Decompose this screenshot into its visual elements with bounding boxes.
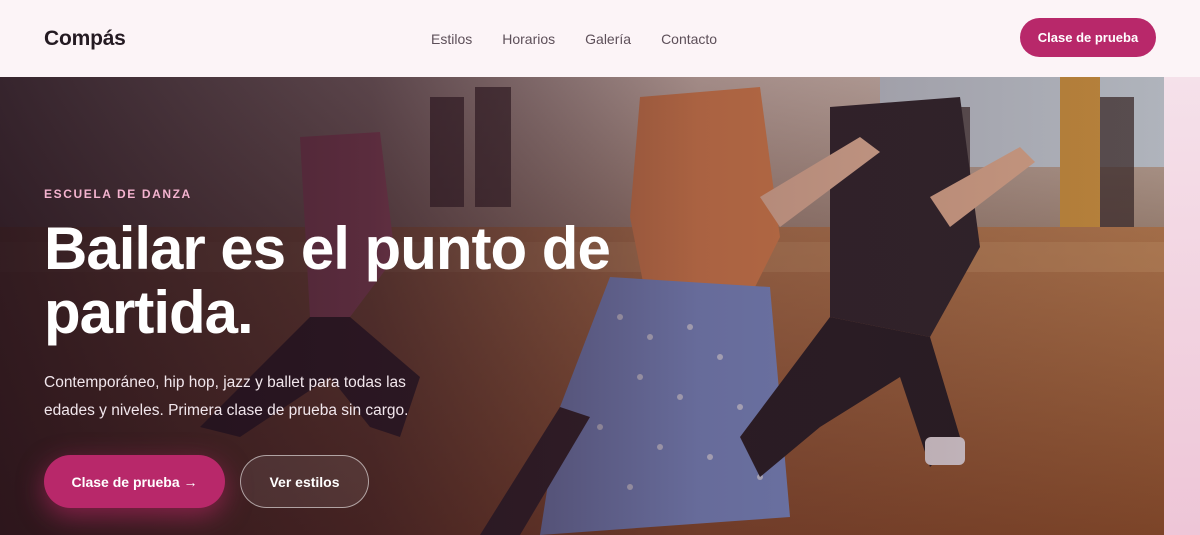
side-strip	[1164, 77, 1200, 535]
hero-eyebrow: ESCUELA DE DANZA	[44, 187, 192, 201]
brand-logo[interactable]: Compás	[44, 27, 126, 51]
hero-subtitle: Contemporáneo, hip hop, jazz y ballet pa…	[44, 374, 409, 419]
nav-link-estilos[interactable]: Estilos	[431, 31, 472, 47]
site-header: Compás Estilos Horarios Galería Contacto…	[0, 0, 1200, 77]
nav-link-galeria[interactable]: Galería	[585, 31, 631, 47]
trial-class-button-header[interactable]: Clase de prueba	[1020, 18, 1156, 57]
hero-title: Bailar es el punto de partida.	[44, 215, 611, 346]
hero-section: ESCUELA DE DANZA Bailar es el punto de p…	[0, 77, 1164, 535]
main-nav: Estilos Horarios Galería Contacto	[431, 31, 717, 47]
nav-link-horarios[interactable]: Horarios	[502, 31, 555, 47]
trial-class-button[interactable]: Clase de prueba →	[44, 455, 225, 508]
nav-link-contacto[interactable]: Contacto	[661, 31, 717, 47]
view-styles-button[interactable]: Ver estilos	[240, 455, 369, 508]
